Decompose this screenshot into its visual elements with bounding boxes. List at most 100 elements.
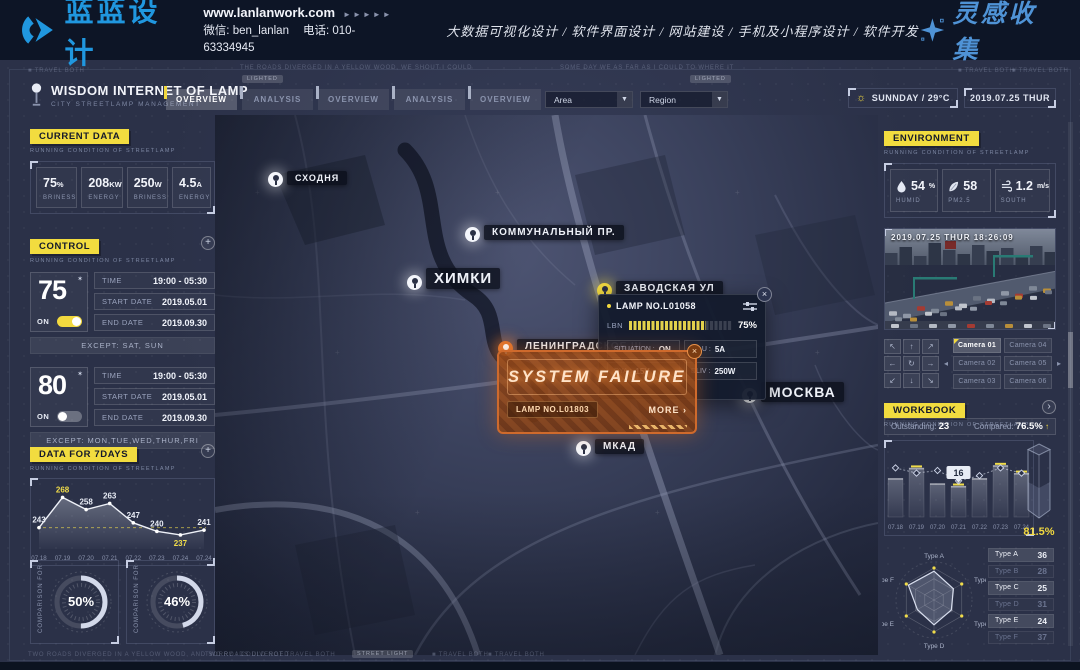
tab-overview[interactable]: OVERVIEW xyxy=(166,89,237,110)
website-link[interactable]: www.lanlanwork.com xyxy=(203,5,335,20)
next-page-button[interactable]: › xyxy=(1042,400,1056,414)
cube-gauge xyxy=(1026,440,1052,528)
map-pin-white[interactable] xyxy=(407,275,422,290)
panel-environment: ENVIRONMENT RUNNING CONDITION OF STREETL… xyxy=(884,128,1056,218)
vertical-scrollbar[interactable] xyxy=(1068,122,1073,646)
chevron-down-icon[interactable]: ▼ xyxy=(712,92,727,107)
type-row[interactable]: Type A36 xyxy=(988,548,1054,562)
lamp-toggle[interactable] xyxy=(57,316,82,327)
city-map[interactable]: ++++++++ СХОДНЯКОММУНАЛЬНЫЙ ПР.ХИМКИЗАВО… xyxy=(215,115,878,655)
sliders-icon[interactable] xyxy=(743,301,757,311)
system-failure-popup: × SYSTEM FAILURE LAMP NO.L01803 MORE › xyxy=(497,350,697,434)
arrows-decor: ►►►►► xyxy=(343,10,393,19)
schedule-row[interactable]: END DATE2019.09.30 xyxy=(94,409,215,426)
svg-text:07.23: 07.23 xyxy=(993,525,1009,531)
lamp-toggle[interactable] xyxy=(57,411,82,422)
svg-text:Type C: Type C xyxy=(974,621,986,628)
arrow-right-icon: › xyxy=(683,405,687,415)
panel-badge: DATA FOR 7DAYS xyxy=(30,447,137,462)
date-box: 2019.07.25 THUR xyxy=(964,88,1056,108)
dpad-key-1[interactable]: ↑ xyxy=(903,339,920,354)
top-banner: 蓝蓝设计 www.lanlanwork.com►►►►► 微信: ben_lan… xyxy=(0,0,1080,60)
svg-text:241: 241 xyxy=(197,518,211,527)
brightness-bar[interactable] xyxy=(629,321,732,330)
map-label[interactable]: СХОДНЯ xyxy=(287,171,347,185)
scrollbar-handle[interactable] xyxy=(1068,332,1073,388)
dpad-key-6[interactable]: ↙ xyxy=(884,373,901,388)
dpad-key-8[interactable]: ↘ xyxy=(922,373,939,388)
tab-overview[interactable]: OVERVIEW xyxy=(470,89,541,110)
panel-subtitle: RUNNING CONDITION OF STREETLAMP xyxy=(30,148,215,154)
type-row[interactable]: Type C25 xyxy=(988,581,1054,595)
control-group: 80✶ONTIME19:00 - 05:30START DATE2019.05.… xyxy=(30,367,215,427)
schedule-row[interactable]: END DATE2019.09.30 xyxy=(94,314,215,331)
panel-7days: DATA FOR 7DAYS + RUNNING CONDITION OF ST… xyxy=(30,444,215,566)
dpad-key-3[interactable]: ← xyxy=(884,356,901,371)
schedule-row[interactable]: TIME19:00 - 05:30 xyxy=(94,272,215,289)
type-row[interactable]: Type E24 xyxy=(988,614,1054,628)
dpad-key-7[interactable]: ↓ xyxy=(903,373,920,388)
svg-text:247: 247 xyxy=(127,511,141,520)
type-row[interactable]: Type F37 xyxy=(988,631,1054,645)
tab-analysis[interactable]: ANALYSIS xyxy=(242,89,313,110)
more-button[interactable]: MORE › xyxy=(648,405,687,415)
svg-text:46%: 46% xyxy=(164,594,190,609)
camera-button-6[interactable]: Camera 06 xyxy=(1004,374,1052,389)
add-schedule-button[interactable]: + xyxy=(201,236,215,250)
footer-strip xyxy=(0,662,1080,670)
camera-feed[interactable]: 2019.07.25 THUR 18:26:09 xyxy=(884,228,1056,330)
svg-text:07.20: 07.20 xyxy=(930,525,946,531)
map-label[interactable]: КОММУНАЛЬНЫЙ ПР. xyxy=(484,225,624,240)
region-select[interactable]: Region▼ xyxy=(640,91,728,108)
map-pin-white[interactable] xyxy=(465,227,480,242)
workbook-stats: Outstanding: 23 Compared: 76.5% ↑ xyxy=(884,418,1056,435)
svg-text:Type D: Type D xyxy=(924,643,945,650)
outstanding-label: Outstanding: xyxy=(891,422,936,431)
dpad-key-4[interactable]: ↻ xyxy=(903,356,920,371)
camera-button-2[interactable]: Camera 02 xyxy=(953,356,1001,371)
decor-text: TWO ROADS DIVERGED xyxy=(205,652,289,658)
collect-label[interactable]: 灵感收集 xyxy=(953,0,1060,66)
stat-briness: 250WBRINESS xyxy=(127,167,168,208)
schedule-row[interactable]: TIME19:00 - 05:30 xyxy=(94,367,215,384)
svg-text:Type B: Type B xyxy=(974,577,986,584)
type-row[interactable]: Type B28 xyxy=(988,565,1054,579)
map-label[interactable]: МОСКВА xyxy=(761,382,844,402)
svg-text:268: 268 xyxy=(56,485,70,494)
env-pm2.5: 58PM2.5 xyxy=(942,169,990,212)
brand-name: 蓝蓝设计 xyxy=(64,0,187,72)
svg-text:COMPARISON FOR: COMPARISON FOR xyxy=(38,564,44,633)
schedule-row[interactable]: START DATE2019.05.01 xyxy=(94,388,215,405)
tab-overview[interactable]: OVERVIEW xyxy=(318,89,389,110)
schedule-row[interactable]: START DATE2019.05.01 xyxy=(94,293,215,310)
close-icon[interactable]: × xyxy=(757,287,772,302)
camera-button-1[interactable]: Camera 01 xyxy=(953,338,1001,353)
map-label[interactable]: ХИМКИ xyxy=(426,268,500,289)
chevron-down-icon[interactable]: ▼ xyxy=(617,92,632,107)
current-stats: 75%BRINESS208KWENERGY250WBRINESS4.5AENER… xyxy=(30,161,215,214)
prev-camera-button[interactable]: ◂ xyxy=(944,359,948,368)
brand-contact: www.lanlanwork.com►►►►► 微信: ben_lanlan电话… xyxy=(203,3,412,57)
camera-button-4[interactable]: Camera 04 xyxy=(1004,338,1052,353)
lbn-label: LBN xyxy=(607,321,623,330)
decor-text: SOME DAY WE AS FAR AS I COULD TO WHERE I… xyxy=(560,65,734,71)
tab-analysis[interactable]: ANALYSIS xyxy=(394,89,465,110)
area-select[interactable]: Area▼ xyxy=(545,91,633,108)
map-label[interactable]: МКАД xyxy=(595,439,644,454)
svg-text:237: 237 xyxy=(174,539,188,548)
panel-control: CONTROL + RUNNING CONDITION OF STREETLAM… xyxy=(30,236,215,449)
dpad-key-2[interactable]: ↗ xyxy=(922,339,939,354)
map-pin-white[interactable] xyxy=(268,172,283,187)
dpad-key-5[interactable]: → xyxy=(922,356,939,371)
camera-button-3[interactable]: Camera 03 xyxy=(953,374,1001,389)
type-row[interactable]: Type D31 xyxy=(988,598,1054,612)
close-icon[interactable]: × xyxy=(687,344,702,359)
next-camera-button[interactable]: ▸ xyxy=(1057,359,1061,368)
panel-subtitle: RUNNING CONDITION OF STREETLAMP xyxy=(30,258,215,264)
env-south: 1.2m/sSOUTH xyxy=(995,169,1050,212)
expand-chart-button[interactable]: + xyxy=(201,444,215,458)
panel-badge: CURRENT DATA xyxy=(30,129,129,144)
dpad-key-0[interactable]: ↖ xyxy=(884,339,901,354)
map-pin-white[interactable] xyxy=(576,441,591,456)
camera-button-5[interactable]: Camera 05 xyxy=(1004,356,1052,371)
